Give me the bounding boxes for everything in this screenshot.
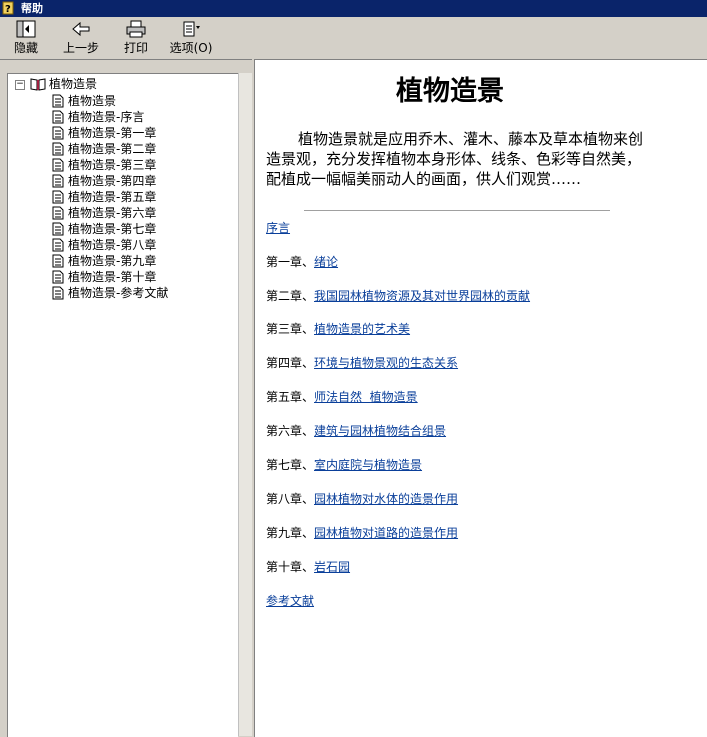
chapter-link[interactable]: 园林植物对水体的造景作用 — [314, 492, 458, 506]
title-bar: ? 帮助 — [0, 0, 707, 17]
chapter-prefix: 第三章、 — [266, 322, 315, 336]
page-icon — [52, 126, 64, 140]
svg-text:?: ? — [5, 4, 11, 15]
page-icon — [52, 174, 64, 188]
chapter-entry: 第十章、岩石园 — [266, 559, 350, 575]
chapter-entry: 第一章、绪论 — [266, 254, 338, 270]
chapter-prefix: 第九章、 — [266, 526, 315, 540]
chapter-link[interactable]: 环境与植物景观的生态关系 — [314, 356, 458, 370]
chapter-link[interactable]: 绪论 — [314, 255, 338, 269]
references-entry: 参考文献 — [266, 593, 314, 609]
references-link[interactable]: 参考文献 — [266, 594, 314, 608]
topic-content: 植物造景 植物造景就是应用乔木、灌木、藤本及草本植物来创造景观，充分发挥植物本身… — [254, 59, 707, 737]
printer-icon — [126, 20, 146, 38]
toc-item-label: 植物造景-第三章 — [68, 158, 157, 172]
help-book-icon: ? — [2, 1, 14, 15]
chapter-prefix: 第四章、 — [266, 356, 315, 370]
print-label: 打印 — [123, 41, 148, 55]
toc-item-label: 植物造景-第十章 — [68, 270, 157, 284]
page-icon — [52, 206, 64, 220]
toc-root-label[interactable]: 植物造景 — [49, 77, 97, 91]
options-label: 选项(O) — [169, 41, 213, 55]
chapter-link[interactable]: 建筑与园林植物结合组景 — [314, 424, 446, 438]
toc-item-label: 植物造景-第八章 — [68, 238, 157, 252]
divider — [304, 210, 610, 211]
chapter-entry: 第八章、园林植物对水体的造景作用 — [266, 491, 458, 507]
chapter-entry: 第七章、室内庭院与植物造景 — [266, 457, 422, 473]
back-arrow-icon — [72, 21, 90, 37]
chapter-prefix: 第二章、 — [266, 289, 315, 303]
hide-pane-icon — [16, 20, 36, 38]
toc-item-label: 植物造景 — [68, 94, 117, 108]
toc-item-label: 植物造景-第五章 — [68, 190, 157, 204]
chapter-entry: 第三章、植物造景的艺术美 — [266, 321, 410, 337]
page-icon — [52, 158, 64, 172]
toc-item-label: 植物造景-第六章 — [68, 206, 157, 220]
chapter-entry: 第二章、我国园林植物资源及其对世界园林的贡献 — [266, 288, 530, 304]
toc-item-label: 植物造景-序言 — [68, 110, 145, 124]
chapter-entry: 第五章、师法自然 植物造景 — [266, 389, 418, 405]
hide-button[interactable]: 隐藏 — [8, 20, 44, 56]
toc-item-label: 植物造景-第七章 — [68, 222, 157, 236]
options-button[interactable]: 选项(O) — [166, 20, 216, 56]
page-icon — [52, 190, 64, 204]
chapter-link[interactable]: 园林植物对道路的造景作用 — [314, 526, 458, 540]
collapse-toggle[interactable]: − — [15, 80, 25, 90]
page-icon — [52, 238, 64, 252]
chapter-link[interactable]: 师法自然 植物造景 — [314, 390, 418, 404]
toc-item-label: 植物造景-参考文献 — [68, 286, 169, 300]
options-icon — [183, 21, 200, 37]
chapter-link[interactable]: 植物造景的艺术美 — [314, 322, 410, 336]
chapter-prefix: 第八章、 — [266, 492, 315, 506]
print-button[interactable]: 打印 — [118, 20, 154, 56]
page-icon — [52, 286, 64, 300]
open-book-icon — [30, 78, 46, 91]
page-icon — [52, 254, 64, 268]
page-icon — [52, 94, 64, 108]
toolbar: 隐藏 上一步 打印 选项(O) — [0, 17, 707, 60]
chapter-prefix: 第六章、 — [266, 424, 315, 438]
toc-item-label: 植物造景-第四章 — [68, 174, 157, 188]
page-icon — [52, 110, 64, 124]
hide-label: 隐藏 — [13, 41, 38, 55]
chapter-link[interactable]: 室内庭院与植物造景 — [314, 458, 422, 472]
back-button[interactable]: 上一步 — [58, 20, 104, 56]
preface-link[interactable]: 序言 — [266, 221, 290, 235]
page-title: 植物造景 — [396, 76, 504, 107]
toc-item-label: 植物造景-第九章 — [68, 254, 157, 268]
window-title: 帮助 — [21, 2, 43, 15]
contents-tree[interactable]: − 植物造景 植物造景 植物造景-序言 植物造景-第一章 植物造景-第二章 植物… — [7, 73, 238, 737]
page-icon — [52, 142, 64, 156]
back-label: 上一步 — [62, 41, 99, 55]
preface-entry: 序言 — [266, 220, 290, 236]
chapter-prefix: 第一章、 — [266, 255, 315, 269]
intro-paragraph: 植物造景就是应用乔木、灌木、藤本及草本植物来创造景观，充分发挥植物本身形体、线条… — [266, 130, 644, 188]
toc-item-label: 植物造景-第二章 — [68, 142, 157, 156]
chapter-entry: 第四章、环境与植物景观的生态关系 — [266, 355, 458, 371]
chapter-prefix: 第七章、 — [266, 458, 315, 472]
page-icon — [52, 222, 64, 236]
chapter-prefix: 第十章、 — [266, 560, 315, 574]
chapter-link[interactable]: 我国园林植物资源及其对世界园林的贡献 — [314, 289, 530, 303]
toc-scrollbar[interactable] — [238, 73, 253, 736]
chapter-link[interactable]: 岩石园 — [314, 560, 350, 574]
page-icon — [52, 270, 64, 284]
chapter-prefix: 第五章、 — [266, 390, 315, 404]
chapter-entry: 第六章、建筑与园林植物结合组景 — [266, 423, 446, 439]
chapter-entry: 第九章、园林植物对道路的造景作用 — [266, 525, 458, 541]
toc-item-label: 植物造景-第一章 — [68, 126, 157, 140]
